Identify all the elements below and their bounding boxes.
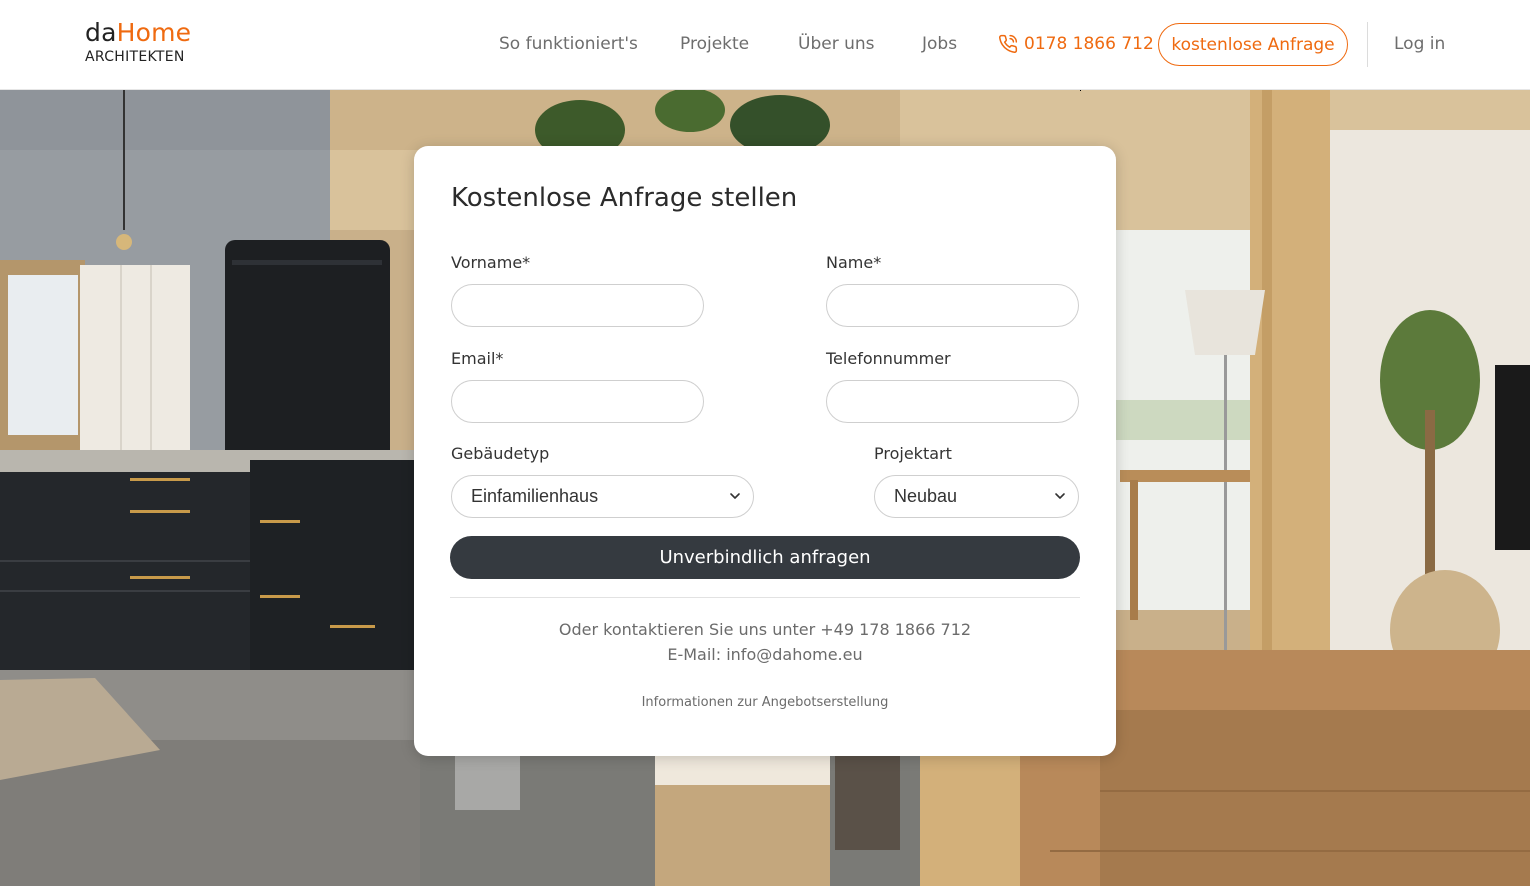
building-type-value: Einfamilienhaus xyxy=(471,486,599,506)
last-name-label: Name* xyxy=(826,253,882,272)
site-header: daHome ARCHITEKTEN So funktioniert's Pro… xyxy=(0,0,1530,90)
project-type-label: Projektart xyxy=(874,444,952,463)
contact-phone-text: Oder kontaktieren Sie uns unter +49 178 … xyxy=(558,620,972,639)
email-input[interactable] xyxy=(451,380,704,423)
brand-name: daHome xyxy=(85,18,191,48)
first-name-label: Vorname* xyxy=(451,253,531,272)
nav-divider xyxy=(1367,22,1368,67)
free-request-button[interactable]: kostenlose Anfrage xyxy=(1158,23,1348,66)
brand-subtitle: ARCHITEKTEN xyxy=(85,49,185,65)
phone-icon xyxy=(999,34,1018,53)
login-link[interactable]: Log in xyxy=(1394,34,1445,54)
phone-number: 0178 1866 712 xyxy=(1024,34,1154,54)
last-name-input[interactable] xyxy=(826,284,1079,327)
phone-link[interactable]: 0178 1866 712 xyxy=(998,34,1154,54)
contact-email-text: E-Mail: info@dahome.eu xyxy=(667,645,863,664)
nav-item-projects[interactable]: Projekte xyxy=(680,34,749,54)
phone-input[interactable] xyxy=(826,380,1079,423)
email-label: Email* xyxy=(451,349,504,368)
nav-item-about[interactable]: Über uns xyxy=(798,34,875,54)
first-name-input[interactable] xyxy=(451,284,704,327)
brand-name-part2: Home xyxy=(116,18,192,47)
building-type-label: Gebäudetyp xyxy=(451,444,550,463)
form-title: Kostenlose Anfrage stellen xyxy=(451,183,798,213)
divider xyxy=(450,597,1080,598)
offer-info-link[interactable]: Informationen zur Angebotserstellung xyxy=(414,695,1116,710)
nav-item-jobs[interactable]: Jobs xyxy=(922,34,957,54)
chevron-down-icon xyxy=(730,493,740,499)
building-type-select[interactable]: Einfamilienhaus xyxy=(451,475,754,518)
chevron-down-icon xyxy=(1055,493,1065,499)
project-type-select[interactable]: Neubau xyxy=(874,475,1079,518)
project-type-value: Neubau xyxy=(894,486,958,506)
phone-label: Telefonnummer xyxy=(826,349,951,368)
brand-logo[interactable]: daHome ARCHITEKTEN xyxy=(85,18,191,65)
nav-item-how-it-works[interactable]: So funktioniert's xyxy=(499,34,638,54)
brand-name-part1: da xyxy=(85,18,117,47)
submit-request-button[interactable]: Unverbindlich anfragen xyxy=(450,536,1080,579)
request-form-card: Kostenlose Anfrage stellen Vorname* Name… xyxy=(414,146,1116,756)
